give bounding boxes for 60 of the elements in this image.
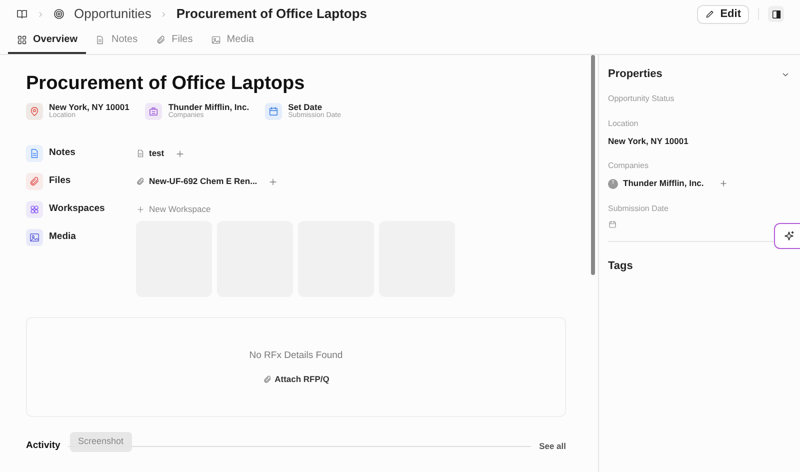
tab[interactable]: Overview (8, 27, 86, 54)
circles-icon (29, 204, 40, 216)
file-link[interactable]: New-UF-692 Chem E Ren... (136, 175, 258, 188)
section-label: Files (49, 174, 71, 188)
plus-icon (175, 148, 186, 159)
section-title: Tags (608, 260, 633, 272)
add-button[interactable] (268, 176, 278, 187)
plus-icon (718, 179, 728, 188)
field-label: Companies (608, 160, 650, 172)
document-icon (95, 34, 106, 44)
summary-value: Thunder Mifflin, Inc. (168, 103, 250, 112)
page-title: Procurement of Office Laptops (26, 72, 306, 94)
add-button[interactable] (718, 179, 728, 188)
see-all-link[interactable]: See all (539, 440, 566, 453)
building-icon (148, 106, 160, 118)
image-icon (210, 34, 221, 44)
paperclip-icon (262, 374, 272, 384)
new-workspace-button[interactable]: New Workspace (136, 201, 211, 218)
date-picker-button[interactable] (608, 220, 618, 229)
section-label: Workspaces (49, 202, 105, 216)
field-label: Opportunity Status (608, 92, 676, 104)
calendar-icon (268, 106, 280, 118)
field-value: New York, NY 10001 (608, 134, 690, 148)
empty-message: No RFx Details Found (249, 348, 343, 363)
sparkle-icon (783, 230, 795, 242)
book-icon (16, 8, 28, 20)
section-title: Activity (26, 439, 60, 454)
field-label: Submission Date (608, 203, 670, 215)
section-label: Notes (49, 146, 76, 160)
summary-value: New York, NY 10001 (49, 103, 130, 112)
add-button[interactable] (175, 148, 186, 159)
tooltip: Screenshot (70, 432, 132, 452)
paperclip-icon (29, 176, 40, 188)
note-link[interactable]: test (136, 147, 164, 160)
chevron-right-icon (160, 10, 168, 18)
target-icon (53, 8, 65, 20)
pencil-icon (705, 9, 716, 19)
attach-button[interactable]: Attach RFP/Q (262, 372, 330, 386)
document-icon (136, 149, 145, 158)
sidebar-icon (770, 8, 782, 20)
panel-title: Properties (608, 67, 662, 82)
summary-value: Set Date (288, 103, 322, 112)
calendar-icon (608, 220, 617, 229)
field-label: Location (608, 118, 640, 130)
field-value: Thunder Mifflin, Inc. (623, 177, 704, 190)
panel-toggle-button[interactable] (768, 6, 784, 22)
map-pin-icon (29, 106, 40, 118)
paperclip-icon (136, 177, 145, 186)
image-icon (29, 232, 40, 244)
ai-assistant-button[interactable] (774, 223, 800, 249)
edit-button[interactable]: Edit (697, 4, 749, 24)
breadcrumb-current: Procurement of Office Laptops (176, 5, 368, 24)
plus-icon (268, 176, 278, 187)
section-label: Media (49, 230, 76, 244)
paperclip-icon (156, 34, 166, 44)
plus-icon (136, 205, 145, 214)
breadcrumb-link[interactable]: Opportunities (74, 4, 152, 24)
chevron-right-icon (37, 10, 44, 18)
document-icon (29, 148, 40, 160)
grid-icon (17, 34, 27, 44)
